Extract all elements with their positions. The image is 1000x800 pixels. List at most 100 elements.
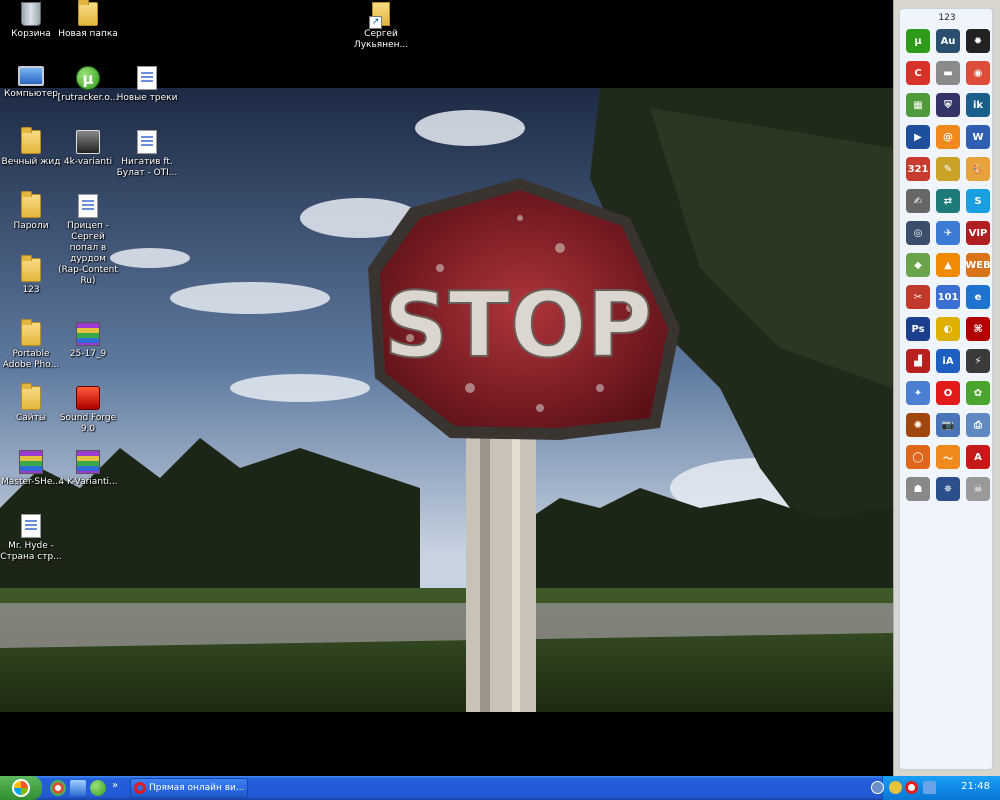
audition-icon[interactable]: Au	[936, 29, 960, 53]
desktop-icon[interactable]: Компьютер	[0, 66, 62, 100]
desktop-wallpaper: STOP	[0, 88, 893, 712]
icq-icon[interactable]: ✿	[966, 381, 990, 405]
taskbar: » Прямая онлайн ви... 21:48	[0, 776, 1000, 800]
taskbar-window-button[interactable]: Прямая онлайн ви...	[130, 778, 248, 798]
desktop-icon-label: [rutracker.o...	[57, 93, 119, 103]
desktop-icon[interactable]: Пароли	[0, 191, 62, 232]
desktop-quicklaunch-icon[interactable]	[70, 780, 86, 796]
calendar-icon[interactable]: 321	[906, 157, 930, 181]
launcher-title: 123	[938, 13, 956, 23]
folder-icon	[21, 191, 41, 218]
desktop-icon[interactable]: Новая папка	[57, 0, 119, 40]
joystick-icon[interactable]: ✦	[906, 381, 930, 405]
windows-logo-icon	[12, 779, 30, 797]
stormtrooper-icon[interactable]: ☗	[906, 477, 930, 501]
desktop-icon-label: Корзина	[11, 29, 51, 39]
desktop-icon[interactable]: Корзина	[0, 2, 62, 40]
desktop-icon-label: Прицеп - Сергей попал в дурдом (Rap-Cont…	[58, 221, 118, 286]
desktop-icon[interactable]: Вечный жид	[0, 127, 62, 168]
photoshop-icon[interactable]: Ps	[906, 317, 930, 341]
ruler-icon[interactable]: 101	[936, 285, 960, 309]
winrar-icon	[76, 450, 100, 474]
tray-opera-icon[interactable]	[905, 781, 918, 794]
winrar-icon	[19, 450, 43, 474]
sound-forge-icon	[76, 386, 100, 410]
winamp-icon[interactable]: ⚡	[966, 349, 990, 373]
ia-icon[interactable]: iA	[936, 349, 960, 373]
firefox-icon[interactable]: ◯	[906, 445, 930, 469]
cd-icon[interactable]: ◐	[936, 317, 960, 341]
tray-clock[interactable]: 21:48	[961, 781, 990, 792]
crystal-icon[interactable]: ◆	[906, 253, 930, 277]
desktop-icon[interactable]: Нигатив ft. Булат - OTI...	[116, 130, 178, 179]
skull-icon[interactable]: ☠	[966, 477, 990, 501]
desktop-icon-label: Вечный жид	[1, 157, 61, 167]
desktop-icon[interactable]: 25-17_9	[57, 322, 119, 360]
media-icon	[76, 130, 100, 154]
vip-icon[interactable]: VIP	[966, 221, 990, 245]
ik-icon[interactable]: ik	[966, 93, 990, 117]
web-surf-icon[interactable]: WEB	[965, 253, 991, 277]
desktop-icon[interactable]: Sound Forge 9.0	[57, 386, 119, 435]
desktop-icon[interactable]: 4k-varianti	[57, 130, 119, 168]
utorrent-quicklaunch-icon[interactable]	[90, 780, 106, 796]
mail-icon[interactable]: @	[936, 125, 960, 149]
tray-network-icon[interactable]	[923, 781, 936, 794]
starcraft-icon[interactable]: ✵	[936, 477, 960, 501]
player-icon[interactable]: ▶	[906, 125, 930, 149]
desktop-icon[interactable]: Master-SHe...	[0, 450, 62, 488]
daemon-icon[interactable]: ⌘	[966, 317, 990, 341]
desktop-icon[interactable]: Сергей Лукьянен...	[350, 2, 412, 51]
ie-icon[interactable]: e	[966, 285, 990, 309]
chrome-icon[interactable]: ◉	[966, 61, 990, 85]
ccleaner-icon[interactable]: C	[906, 61, 930, 85]
desktop-icon[interactable]: Portable Adobe Pho...	[0, 319, 62, 371]
desktop-icon-label: Пароли	[13, 221, 49, 231]
desktop-icon[interactable]: Mr. Hyde - Страна стр...	[0, 514, 62, 563]
desktop-icon[interactable]: Новые треки	[116, 66, 178, 104]
desktop-icon[interactable]: 123	[0, 255, 62, 296]
chart-icon[interactable]: ▟	[906, 349, 930, 373]
acrobat-icon[interactable]: A	[966, 445, 990, 469]
shield-icon[interactable]: ⛨	[936, 93, 960, 117]
printer-icon[interactable]: ⎙	[966, 413, 990, 437]
desktop-icon[interactable]: Прицеп - Сергей попал в дурдом (Rap-Cont…	[57, 194, 119, 287]
desktop-icon-label: Компьютер	[4, 89, 58, 99]
camera-icon[interactable]: 📷	[936, 413, 960, 437]
stop-sign-text: STOP	[384, 273, 653, 378]
basketball-icon[interactable]: ✺	[906, 413, 930, 437]
vlc-icon[interactable]: ▲	[936, 253, 960, 277]
pen-icon[interactable]: ✍	[906, 189, 930, 213]
notepad-icon[interactable]: ✎	[936, 157, 960, 181]
tray-expand-icon[interactable]	[871, 781, 884, 794]
folder-icon	[21, 383, 41, 410]
desktop-icon[interactable]: 4 K-Varianti...	[57, 450, 119, 488]
chrome-quicklaunch-icon[interactable]	[50, 780, 66, 796]
bird-icon[interactable]: ✈	[936, 221, 960, 245]
desktop-icon-label: Master-SHe...	[0, 477, 61, 487]
teamviewer-icon[interactable]: ⇄	[936, 189, 960, 213]
word-icon[interactable]: W	[966, 125, 990, 149]
gear-icon[interactable]: ✹	[966, 29, 990, 53]
start-button[interactable]	[0, 776, 42, 800]
desktop-icon-label: Новые треки	[116, 93, 178, 103]
tool-icon[interactable]: ▬	[936, 61, 960, 85]
swoosh-icon[interactable]: 〜	[936, 445, 960, 469]
utorrent-icon[interactable]: µ	[906, 29, 930, 53]
map-icon[interactable]: ▦	[906, 93, 930, 117]
quicklaunch-more-chevron[interactable]: »	[112, 780, 118, 791]
paint-icon[interactable]: 🎨	[966, 157, 990, 181]
winrar-icon	[76, 322, 100, 346]
scissors-icon[interactable]: ✂	[906, 285, 930, 309]
opera-icon[interactable]: O	[936, 381, 960, 405]
document-icon	[137, 130, 157, 154]
skype-icon[interactable]: S	[966, 189, 990, 213]
desktop-icon[interactable]: µ [rutracker.o...	[57, 66, 119, 104]
launcher-inner: 123 µ Au ✹ C ▬ ◉ ▦ ⛨ ik ▶ @ W 321 ✎ 🎨 ✍ ⇄ S ◎ ✈ VIP ◆ ▲ WEB ✂ 101…	[899, 8, 993, 770]
folder-shortcut-icon	[369, 2, 390, 29]
tray-app-icon[interactable]	[889, 781, 902, 794]
steam-icon[interactable]: ◎	[906, 221, 930, 245]
utorrent-icon: µ	[76, 66, 100, 90]
desktop-icon-label: 25-17_9	[69, 349, 107, 359]
desktop-icon[interactable]: Сайты	[0, 383, 62, 424]
